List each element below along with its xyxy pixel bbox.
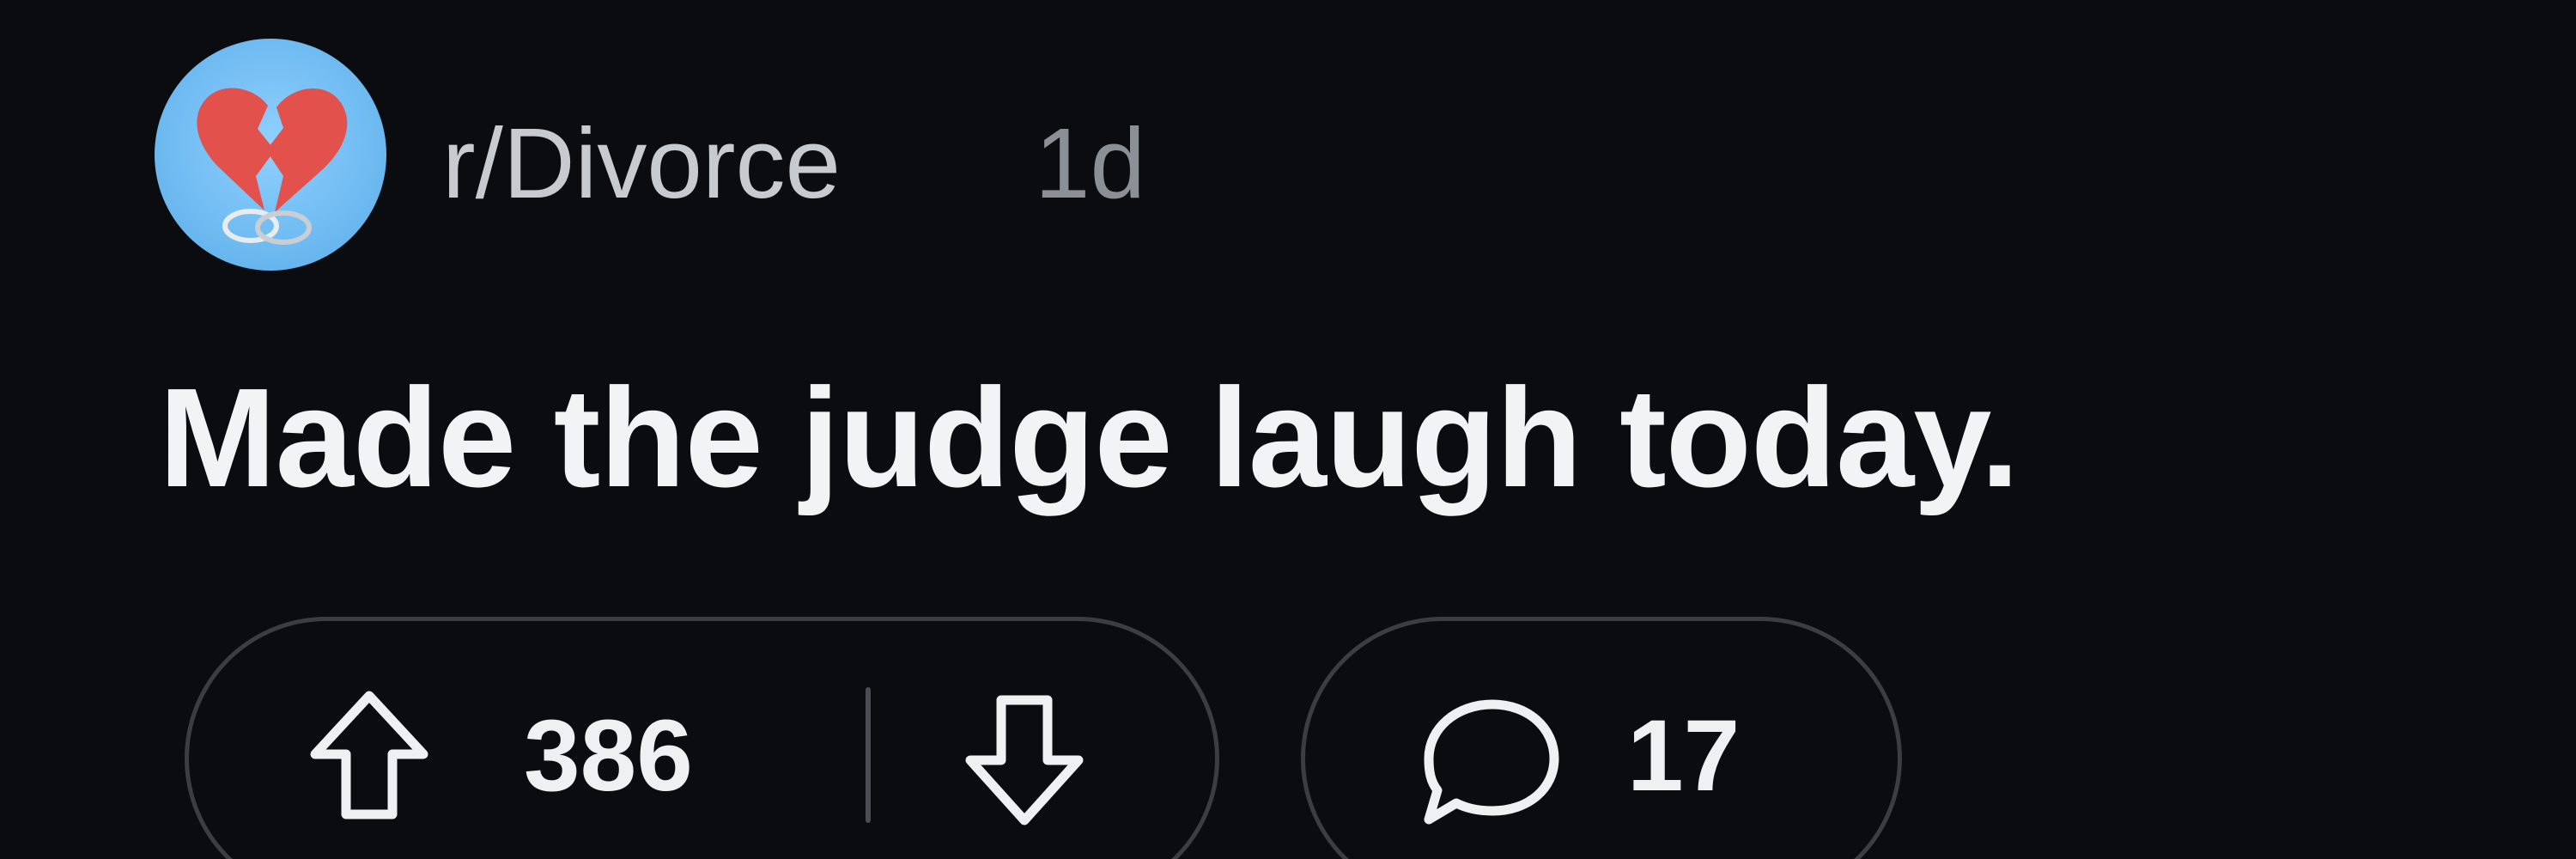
- vote-count: 386: [524, 699, 693, 813]
- downvote-button[interactable]: [960, 691, 1089, 829]
- arrow-up-icon: [310, 691, 428, 819]
- broken-heart-rings-icon: [197, 88, 348, 245]
- arrow-down-icon: [965, 695, 1084, 825]
- subreddit-name[interactable]: r/Divorce: [442, 103, 841, 223]
- comments-button[interactable]: [1301, 617, 1902, 859]
- subreddit-avatar[interactable]: [155, 39, 386, 271]
- upvote-button[interactable]: [305, 687, 434, 825]
- post-age: 1d: [1035, 107, 1146, 219]
- post-title[interactable]: Made the judge laugh today.: [159, 356, 2020, 520]
- comment-icon-wrap: [1417, 694, 1563, 832]
- comment-bubble-icon: [1424, 699, 1559, 825]
- comment-count: 17: [1627, 699, 1741, 813]
- vote-divider: [866, 687, 871, 823]
